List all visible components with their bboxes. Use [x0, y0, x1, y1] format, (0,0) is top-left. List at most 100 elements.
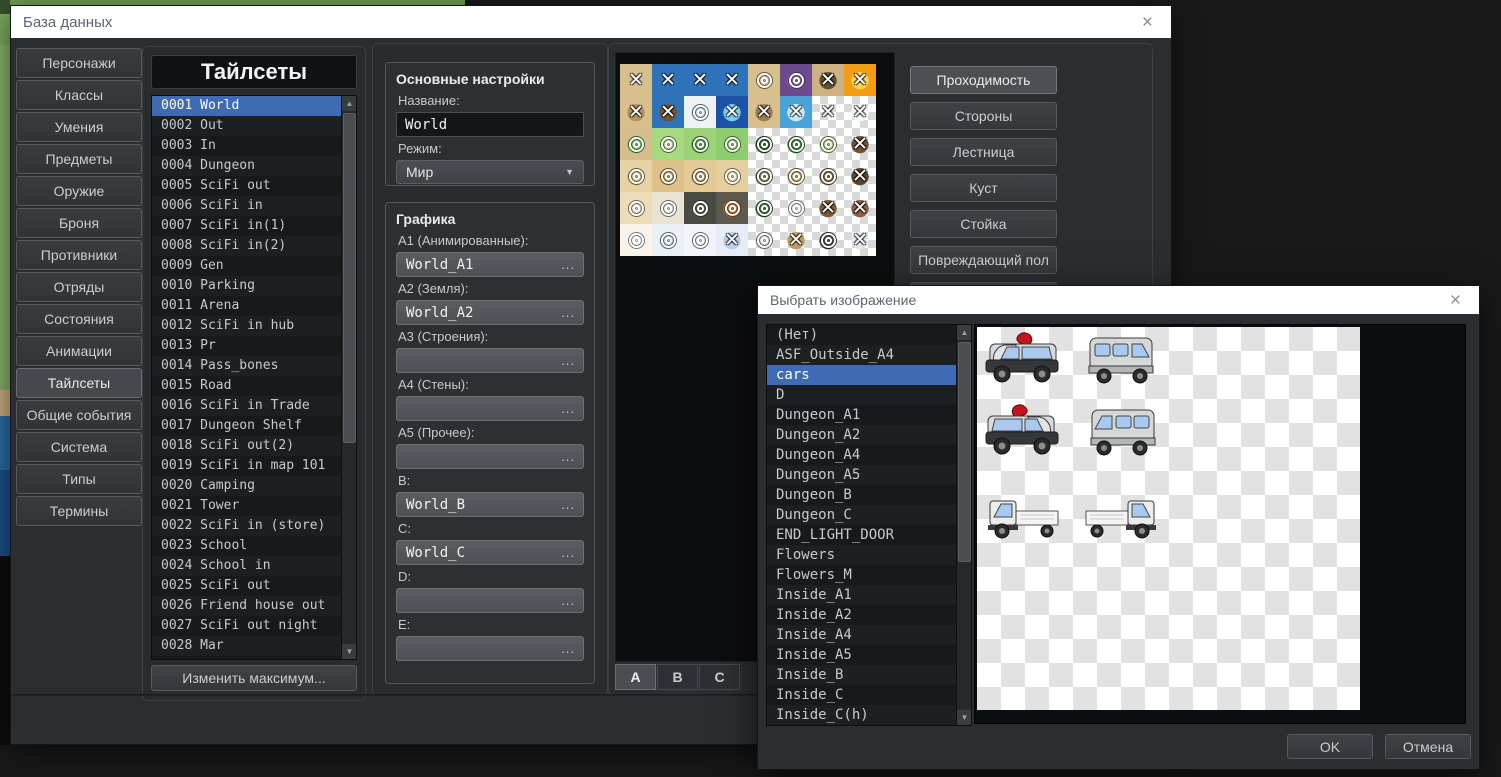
tile-cell[interactable]: [652, 128, 684, 160]
scroll-up-icon[interactable]: ▲: [957, 325, 971, 340]
mode-button[interactable]: Повреждающий пол: [910, 246, 1057, 274]
tileset-list-item[interactable]: 0011 Arena: [152, 296, 341, 316]
tile-cell[interactable]: [716, 128, 748, 160]
image-file-item[interactable]: Inside_C(h): [767, 705, 956, 725]
tile-cell[interactable]: [780, 128, 812, 160]
browse-dots-icon[interactable]: ...: [561, 449, 575, 464]
image-file-item[interactable]: Flowers_M: [767, 565, 956, 585]
sidebar-item[interactable]: Броня: [16, 208, 142, 238]
tile-cell[interactable]: ✕: [844, 96, 876, 128]
file-list-scrollbar[interactable]: ▲ ▼: [956, 325, 971, 725]
tileset-list-item[interactable]: 0025 SciFi out: [152, 576, 341, 596]
tile-tab-c[interactable]: C: [699, 664, 740, 690]
scrollbar-thumb[interactable]: [343, 113, 356, 443]
tile-cell[interactable]: [780, 64, 812, 96]
tile-cell[interactable]: [620, 224, 652, 256]
graphics-field-input[interactable]: ...: [396, 636, 584, 661]
tile-cell[interactable]: [620, 192, 652, 224]
tile-cell[interactable]: ✕: [844, 224, 876, 256]
tile-cell[interactable]: [684, 128, 716, 160]
tile-cell[interactable]: ✕: [812, 64, 844, 96]
tile-cell[interactable]: ✕: [812, 192, 844, 224]
tileset-list-item[interactable]: 0005 SciFi out: [152, 176, 341, 196]
image-file-item[interactable]: Inside_A5: [767, 645, 956, 665]
tile-cell[interactable]: ✕: [620, 96, 652, 128]
tileset-list[interactable]: 0001 World 0002 Out 0003 In 0004 Dungeon 000…: [151, 95, 357, 660]
tile-cell[interactable]: [812, 128, 844, 160]
graphics-field-input[interactable]: World_B...: [396, 492, 584, 517]
tile-cell[interactable]: [812, 224, 844, 256]
tile-cell[interactable]: [716, 192, 748, 224]
tile-cell[interactable]: ✕: [620, 64, 652, 96]
sidebar-item[interactable]: Предметы: [16, 144, 142, 174]
tile-cell[interactable]: ✕: [812, 96, 844, 128]
tileset-list-item[interactable]: 0008 SciFi in(2): [152, 236, 341, 256]
tile-cell[interactable]: [620, 160, 652, 192]
tileset-list-item[interactable]: 0003 In: [152, 136, 341, 156]
image-file-item[interactable]: Inside_A4: [767, 625, 956, 645]
scroll-up-icon[interactable]: ▲: [342, 96, 356, 111]
tile-tab-a[interactable]: A: [615, 664, 656, 690]
tile-cell[interactable]: ✕: [780, 96, 812, 128]
sidebar-item[interactable]: Отряды: [16, 272, 142, 302]
tileset-list-item[interactable]: 0001 World: [152, 96, 341, 116]
tileset-list-item[interactable]: 0016 SciFi in Trade: [152, 396, 341, 416]
tileset-list-item[interactable]: 0007 SciFi in(1): [152, 216, 341, 236]
tileset-list-item[interactable]: 0026 Friend house out: [152, 596, 341, 616]
tile-cell[interactable]: [748, 128, 780, 160]
graphics-field-input[interactable]: ...: [396, 444, 584, 469]
image-file-item[interactable]: Dungeon_A2: [767, 425, 956, 445]
tileset-list-item[interactable]: 0002 Out: [152, 116, 341, 136]
tile-cell[interactable]: ✕: [780, 224, 812, 256]
tileset-list-item[interactable]: 0004 Dungeon: [152, 156, 341, 176]
tileset-list-item[interactable]: 0017 Dungeon Shelf: [152, 416, 341, 436]
sidebar-item[interactable]: Оружие: [16, 176, 142, 206]
tile-cell[interactable]: [652, 192, 684, 224]
image-file-item[interactable]: Dungeon_A1: [767, 405, 956, 425]
browse-dots-icon[interactable]: ...: [561, 641, 575, 656]
image-file-item[interactable]: Inside_A2: [767, 605, 956, 625]
sidebar-item[interactable]: Классы: [16, 80, 142, 110]
tileset-list-item[interactable]: 0024 School in: [152, 556, 341, 576]
tile-cell[interactable]: ✕: [844, 160, 876, 192]
tile-cell[interactable]: [748, 64, 780, 96]
image-file-item[interactable]: Inside_A1: [767, 585, 956, 605]
tileset-list-item[interactable]: 0023 School: [152, 536, 341, 556]
sidebar-item[interactable]: Система: [16, 432, 142, 462]
tile-cell[interactable]: [748, 160, 780, 192]
tile-cell[interactable]: [652, 160, 684, 192]
tileset-list-scrollbar[interactable]: ▲ ▼: [341, 96, 356, 659]
tile-cell[interactable]: [748, 192, 780, 224]
graphics-field-input[interactable]: ...: [396, 348, 584, 373]
tile-cell[interactable]: ✕: [716, 224, 748, 256]
browse-dots-icon[interactable]: ...: [561, 257, 575, 272]
image-file-item[interactable]: Dungeon_B: [767, 485, 956, 505]
graphics-field-input[interactable]: World_A2...: [396, 300, 584, 325]
tileset-list-item[interactable]: 0010 Parking: [152, 276, 341, 296]
ok-button[interactable]: OK: [1287, 734, 1373, 759]
tileset-list-item[interactable]: 0009 Gen: [152, 256, 341, 276]
browse-dots-icon[interactable]: ...: [561, 305, 575, 320]
tile-cell[interactable]: ✕: [748, 96, 780, 128]
tileset-list-item[interactable]: 0012 SciFi in hub: [152, 316, 341, 336]
scroll-down-icon[interactable]: ▼: [957, 710, 971, 725]
tile-cell[interactable]: ✕: [716, 96, 748, 128]
tileset-list-item[interactable]: 0018 SciFi out(2): [152, 436, 341, 456]
sidebar-item[interactable]: Противники: [16, 240, 142, 270]
image-file-list[interactable]: (Нет) ASF_Outside_A4 cars D Dungeon_A1 Dungeo…: [766, 324, 972, 726]
tileset-list-item[interactable]: 0006 SciFi in: [152, 196, 341, 216]
sidebar-item[interactable]: Общие события: [16, 400, 142, 430]
browse-dots-icon[interactable]: ...: [561, 353, 575, 368]
graphics-field-input[interactable]: World_C...: [396, 540, 584, 565]
tile-cell[interactable]: [684, 192, 716, 224]
tile-cell[interactable]: [620, 128, 652, 160]
browse-dots-icon[interactable]: ...: [561, 401, 575, 416]
image-file-item[interactable]: (Нет): [767, 325, 956, 345]
image-file-item[interactable]: D: [767, 385, 956, 405]
cancel-button[interactable]: Отмена: [1385, 734, 1471, 759]
tileset-list-item[interactable]: 0022 SciFi in (store): [152, 516, 341, 536]
tile-cell[interactable]: [684, 224, 716, 256]
name-input[interactable]: World: [396, 112, 584, 137]
tileset-list-item[interactable]: 0020 Camping: [152, 476, 341, 496]
dialog-close-icon[interactable]: ×: [1444, 291, 1467, 310]
